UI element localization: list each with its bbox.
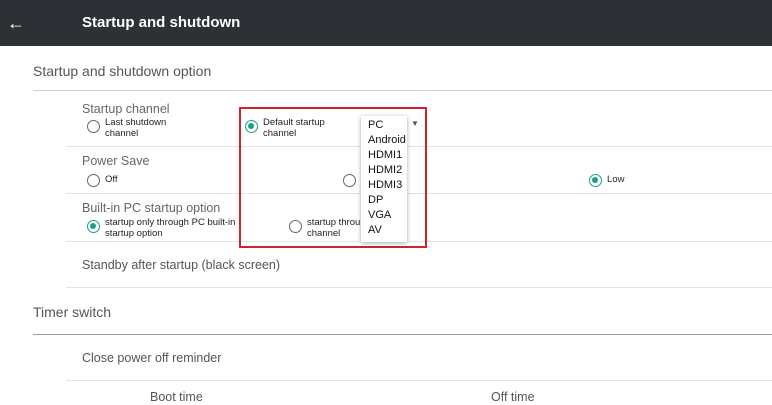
standby-after-startup-option[interactable]: Standby after startup (black screen) (82, 258, 280, 272)
radio-label-line2: channel (105, 127, 139, 139)
radio-circle-selected[interactable] (589, 174, 602, 187)
radio-startup-through-pc-builtin[interactable]: startup only through PC built-in startup… (87, 217, 236, 239)
radio-label-line1: Last shutdown (105, 117, 167, 128)
off-time-header: Off time (491, 390, 535, 404)
radio-power-save-off[interactable]: Off (87, 172, 118, 187)
radio-circle[interactable] (87, 174, 100, 187)
radio-label-line1: startup only through PC built-in (105, 217, 236, 228)
page-title: Startup and shutdown (82, 14, 241, 31)
menu-item-pc[interactable]: PC (368, 118, 383, 133)
radio-label: Low (607, 174, 625, 185)
radio-power-save-low[interactable]: Low (589, 172, 624, 187)
section-divider (33, 90, 772, 91)
startup-channel-dropdown-menu[interactable]: PC Android HDMI1 HDMI2 HDMI3 DP VGA AV (361, 116, 407, 242)
radio-last-shutdown-channel[interactable]: Last shutdown channel (87, 117, 167, 139)
menu-item-dp[interactable]: DP (368, 193, 383, 208)
row-divider (66, 380, 772, 381)
boot-time-header: Boot time (150, 390, 203, 404)
menu-item-hdmi2[interactable]: HDMI2 (368, 163, 402, 178)
builtin-pc-startup-label: Built-in PC startup option (82, 201, 221, 215)
arrow-left-icon[interactable]: ← (4, 11, 28, 35)
row-divider (66, 287, 772, 288)
menu-item-av[interactable]: AV (368, 223, 382, 238)
startup-channel-label: Startup channel (82, 102, 170, 116)
top-bar: ← Startup and shutdown (0, 0, 772, 46)
section-title-startup-shutdown: Startup and shutdown option (33, 63, 212, 79)
radio-circle-selected[interactable] (87, 220, 100, 233)
menu-item-hdmi3[interactable]: HDMI3 (368, 178, 402, 193)
power-save-label: Power Save (82, 154, 150, 168)
section-divider (33, 334, 772, 335)
radio-label-line2: startup option (105, 227, 163, 239)
menu-item-android[interactable]: Android (368, 133, 406, 148)
radio-label: Off (105, 174, 118, 185)
section-title-timer-switch: Timer switch (33, 304, 112, 320)
close-power-off-reminder-option[interactable]: Close power off reminder (82, 351, 221, 365)
menu-item-vga[interactable]: VGA (368, 208, 391, 223)
dropdown-arrow-icon[interactable]: ▼ (411, 119, 419, 128)
menu-item-hdmi1[interactable]: HDMI1 (368, 148, 402, 163)
radio-circle[interactable] (87, 120, 100, 133)
